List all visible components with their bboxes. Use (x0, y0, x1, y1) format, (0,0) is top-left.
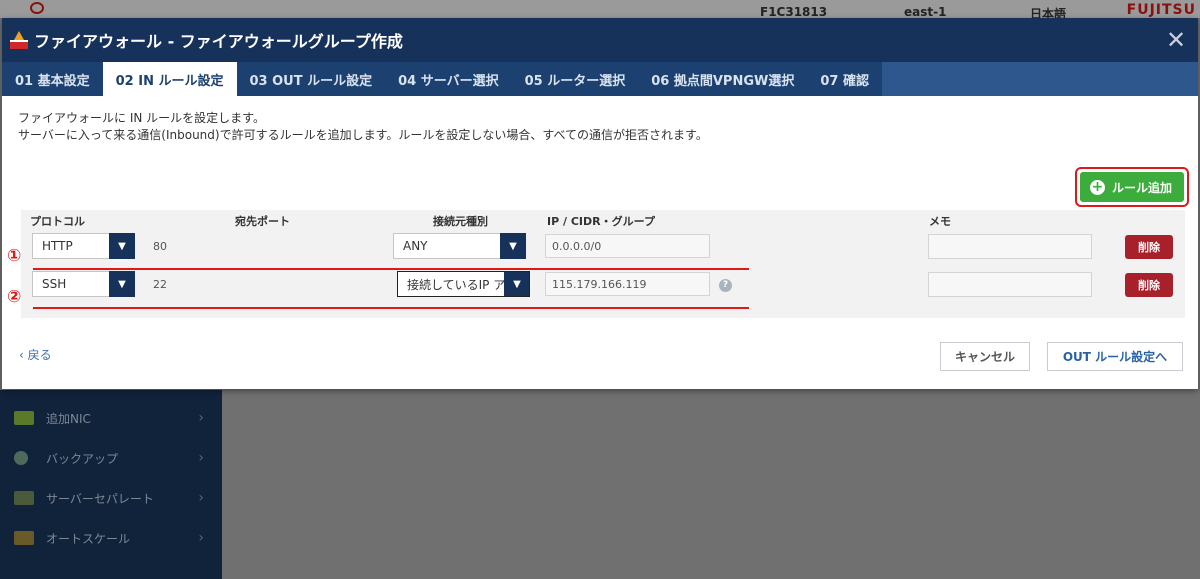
cancel-button[interactable]: キャンセル (940, 342, 1030, 371)
sidebar-item-autoscale[interactable]: オートスケール › (0, 518, 222, 558)
col-source-type: 接続元種別 (433, 215, 488, 228)
source-type-value: 接続しているIP ア (407, 277, 506, 292)
tab-vpngw-select[interactable]: 06 拠点間VPNGW選択 (638, 62, 807, 96)
tab-out-rules[interactable]: 03 OUT ルール設定 (237, 62, 386, 96)
step-description: ファイアウォールに IN ルールを設定します。 サーバーに入って来る通信(Inb… (2, 96, 1198, 144)
ip-cidr-input[interactable]: 0.0.0.0/0 (545, 234, 710, 258)
back-link[interactable]: ‹ 戻る (19, 346, 52, 363)
chevron-down-icon: ▼ (504, 272, 529, 296)
account-selector[interactable]: F1C31813 (760, 5, 827, 19)
annotation-underline (33, 307, 749, 309)
sidebar-item-label: 追加NIC (46, 411, 91, 426)
fujitsu-logo: FUJITSU (1126, 2, 1196, 18)
dialog-title: ファイアウォール - ファイアウォールグループ作成 (34, 32, 403, 51)
autoscale-icon (14, 531, 34, 545)
next-out-rules-button[interactable]: OUT ルール設定へ (1047, 342, 1183, 371)
dest-port-value: 22 (153, 278, 167, 291)
table-row: SSH ▼ 22 接続しているIP ア ▼ 115.179.166.119 ? … (21, 270, 1185, 300)
backup-icon (14, 451, 28, 465)
firewall-create-dialog: ファイアウォール - ファイアウォールグループ作成 ✕ 01 基本設定 02 I… (2, 18, 1198, 389)
source-type-select[interactable]: ANY ▼ (393, 233, 526, 259)
chevron-down-icon: ▼ (500, 233, 526, 259)
sidebar-item-nic[interactable]: 追加NIC › (0, 398, 222, 438)
chevron-right-icon: › (198, 490, 204, 506)
dest-port-value: 80 (153, 240, 167, 253)
chevron-right-icon: › (198, 410, 204, 426)
close-icon[interactable]: ✕ (1154, 18, 1198, 62)
col-dest-port: 宛先ポート (235, 215, 290, 228)
col-protocol: プロトコル (30, 215, 85, 228)
tab-basic-settings[interactable]: 01 基本設定 (2, 62, 103, 96)
source-type-select[interactable]: 接続しているIP ア ▼ (397, 271, 530, 297)
description-line: サーバーに入って来る通信(Inbound)で許可するルールを追加します。ルールを… (18, 128, 708, 142)
col-memo: メモ (929, 215, 951, 228)
memo-input[interactable] (928, 234, 1092, 259)
chevron-down-icon: ▼ (109, 233, 135, 259)
chevron-left-icon: ‹ (19, 348, 28, 362)
chevron-right-icon: › (198, 530, 204, 546)
delete-rule-button[interactable]: 削除 (1125, 235, 1173, 259)
protocol-select[interactable]: HTTP ▼ (32, 233, 135, 259)
tab-router-select[interactable]: 05 ルーター選択 (512, 62, 639, 96)
nic-icon (14, 411, 34, 425)
sidebar-item-label: オートスケール (46, 531, 131, 546)
rules-table: プロトコル 宛先ポート 接続元種別 IP / CIDR・グループ メモ HTTP… (21, 210, 1185, 318)
wizard-tabs: 01 基本設定 02 IN ルール設定 03 OUT ルール設定 04 サーバー… (2, 62, 1198, 96)
region-selector[interactable]: east-1 (904, 5, 946, 19)
add-rule-button[interactable]: + ルール追加 (1079, 172, 1184, 202)
add-rule-highlight: + ルール追加 (1074, 167, 1189, 207)
plus-circle-icon: + (1089, 178, 1105, 195)
dialog-header: ファイアウォール - ファイアウォールグループ作成 ✕ (2, 18, 1198, 62)
protocol-select[interactable]: SSH ▼ (32, 271, 135, 297)
annotation-underline (33, 268, 749, 270)
app-sidebar: 追加NIC › バックアップ › サーバーセパレート › オートスケール › (0, 390, 222, 579)
memo-input[interactable] (928, 272, 1092, 297)
annotation-marker: ① (7, 246, 22, 266)
app-topbar: F1C31813 east-1 日本語 FUJITSU (0, 0, 1200, 21)
tabs-filler (881, 62, 1198, 96)
rules-table-header: プロトコル 宛先ポート 接続元種別 IP / CIDR・グループ メモ (21, 210, 1185, 228)
separate-icon (14, 491, 34, 505)
protocol-value: HTTP (42, 239, 73, 253)
back-label: 戻る (27, 348, 52, 362)
sidebar-item-label: バックアップ (46, 451, 119, 466)
sidebar-item-label: サーバーセパレート (46, 491, 154, 506)
sidebar-item-backup[interactable]: バックアップ › (0, 438, 222, 478)
annotation-marker: ② (7, 287, 22, 307)
tab-confirm[interactable]: 07 確認 (807, 62, 882, 96)
chevron-down-icon: ▼ (109, 271, 135, 297)
protocol-value: SSH (42, 277, 67, 291)
ip-cidr-input[interactable]: 115.179.166.119 (545, 272, 710, 296)
app-main-area (222, 390, 1200, 579)
col-ip-cidr: IP / CIDR・グループ (547, 215, 655, 228)
delete-rule-button[interactable]: 削除 (1125, 273, 1173, 297)
firewall-icon (10, 31, 28, 49)
sidebar-item-separate[interactable]: サーバーセパレート › (0, 478, 222, 518)
table-row: HTTP ▼ 80 ANY ▼ 0.0.0.0/0 削除 (21, 232, 1185, 262)
help-icon[interactable]: ? (719, 279, 732, 292)
brand-mark-icon (30, 2, 44, 14)
description-line: ファイアウォールに IN ルールを設定します。 (18, 111, 265, 125)
tab-in-rules[interactable]: 02 IN ルール設定 (102, 62, 237, 96)
chevron-right-icon: › (198, 450, 204, 466)
tab-server-select[interactable]: 04 サーバー選択 (385, 62, 512, 96)
add-rule-label: ルール追加 (1111, 180, 1172, 195)
source-type-value: ANY (403, 239, 428, 253)
